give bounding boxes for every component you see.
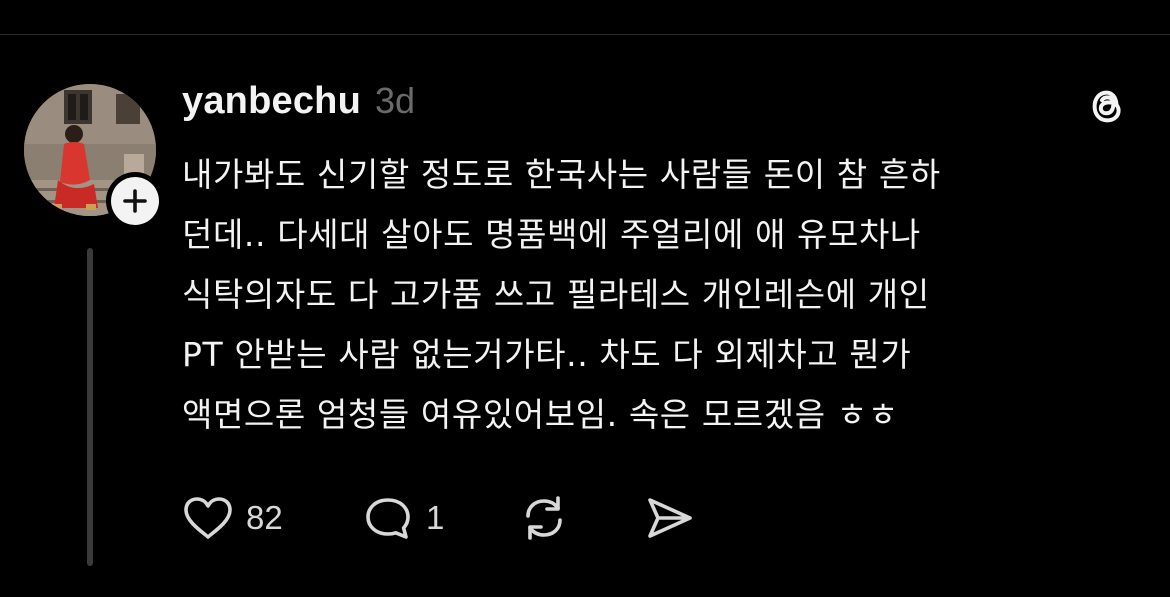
reply-count: 1 bbox=[426, 499, 445, 536]
post-time: 3d bbox=[374, 80, 416, 121]
threads-logo-icon[interactable] bbox=[1083, 82, 1131, 130]
plus-icon bbox=[123, 189, 147, 213]
follow-button-inner bbox=[111, 177, 159, 225]
send-icon bbox=[648, 498, 692, 538]
post-text-line: 던데.. 다세대 살아도 명품백에 주얼리에 애 유모차나 bbox=[182, 215, 921, 254]
post-text-line: 식탁의자도 다 고가품 쓰고 필라테스 개인레슨에 개인 bbox=[182, 275, 930, 314]
username[interactable]: yanbechu bbox=[182, 80, 361, 123]
top-divider bbox=[0, 34, 1170, 35]
action-bar: 82 1 bbox=[182, 490, 696, 546]
speech-bubble-icon bbox=[366, 498, 410, 539]
post-text-line: 내가봐도 신기할 정도로 한국사는 사람들 돈이 참 흔하 bbox=[182, 155, 941, 194]
reply-button[interactable]: 1 bbox=[362, 494, 518, 542]
post-container: yanbechu 3d 내가봐도 신기할 정도로 한국사는 사람들 돈이 참 흔… bbox=[0, 0, 1170, 597]
repost-icon bbox=[526, 496, 562, 540]
post-text-line: PT 안받는 사람 없는거가타.. 차도 다 외제차고 뭔가 bbox=[182, 335, 912, 374]
post-text-line: 액면으론 엄청들 여유있어보임. 속은 모르겠음 ㅎㅎ bbox=[182, 395, 899, 434]
share-button[interactable] bbox=[644, 494, 696, 542]
like-button[interactable]: 82 bbox=[182, 495, 362, 541]
repost-button[interactable] bbox=[518, 492, 644, 544]
follow-button[interactable] bbox=[106, 172, 164, 230]
thread-line bbox=[87, 248, 93, 566]
like-count: 82 bbox=[246, 499, 283, 536]
heart-icon bbox=[184, 497, 232, 539]
post-body: 내가봐도 신기할 정도로 한국사는 사람들 돈이 참 흔하 던데.. 다세대 살… bbox=[182, 145, 1142, 445]
post-header: yanbechu 3d bbox=[182, 80, 415, 130]
